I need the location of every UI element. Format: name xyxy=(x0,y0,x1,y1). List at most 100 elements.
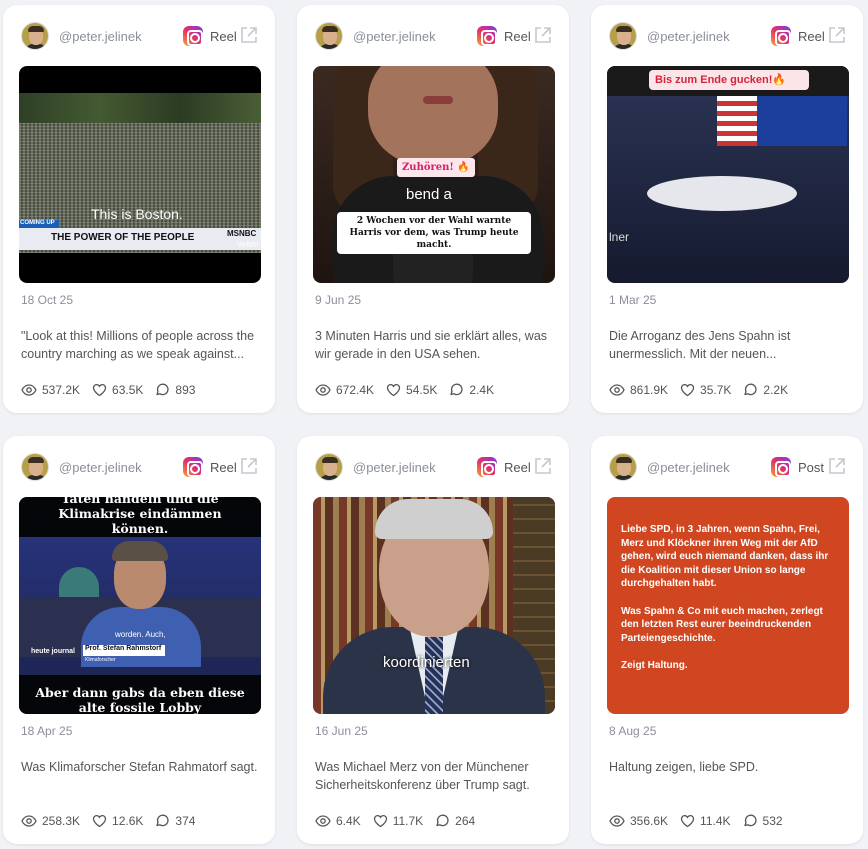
heart-icon xyxy=(680,383,695,397)
post-date: 18 Oct 25 xyxy=(21,293,74,307)
post-date: 8 Aug 25 xyxy=(609,724,657,738)
post-card[interactable]: @peter.jelinek Reel Zuhören! 🔥 bend a 2 … xyxy=(297,5,569,413)
eye-icon xyxy=(609,815,625,827)
media-overlay-text: 2 Wochen vor der Wahl warnte Harris vor … xyxy=(337,212,531,254)
post-media[interactable]: Bis zum Ende gucken!🔥 lner xyxy=(607,66,849,283)
views-count: 258.3K xyxy=(42,814,81,828)
likes-count: 63.5K xyxy=(112,383,144,397)
external-link-icon[interactable] xyxy=(533,456,553,476)
comment-icon xyxy=(744,383,757,396)
post-image-paragraph: Liebe SPD, in 3 Jahren, wenn Spahn, Frei… xyxy=(621,524,829,590)
post-caption: Was Michael Merz von der Münchener Siche… xyxy=(315,760,530,792)
post-media[interactable]: koordinierten xyxy=(313,497,555,714)
heart-icon xyxy=(680,814,695,828)
avatar[interactable] xyxy=(21,22,49,50)
post-image-paragraph: Was Spahn & Co mit euch machen, zerlegt … xyxy=(621,605,823,644)
post-type: Reel xyxy=(504,460,531,475)
media-overlay-text: COMING UP xyxy=(20,220,55,226)
account-handle[interactable]: @peter.jelinek xyxy=(59,29,142,44)
external-link-icon[interactable] xyxy=(827,25,847,45)
heart-icon xyxy=(92,383,107,397)
likes-stat: 11.7K xyxy=(373,814,423,828)
comment-icon xyxy=(743,814,757,827)
post-type: Reel xyxy=(210,460,237,475)
post-caption: Was Klimaforscher Stefan Rahmatorf sagt. xyxy=(21,760,258,774)
eye-icon xyxy=(315,815,331,827)
avatar[interactable] xyxy=(609,22,637,50)
post-media[interactable]: Liebe SPD, in 3 Jahren, wenn Spahn, Frei… xyxy=(607,497,849,714)
comment-icon xyxy=(156,814,169,827)
eye-icon xyxy=(609,384,625,396)
comments-count: 374 xyxy=(175,814,196,828)
likes-count: 12.6K xyxy=(112,814,144,828)
likes-count: 35.7K xyxy=(700,383,732,397)
account-handle[interactable]: @peter.jelinek xyxy=(353,460,436,475)
comment-icon xyxy=(156,383,169,396)
avatar[interactable] xyxy=(21,453,49,481)
likes-stat: 11.4K xyxy=(680,814,731,828)
media-overlay-text: bend a xyxy=(406,186,452,203)
post-card[interactable]: @peter.jelinek Post Liebe SPD, in 3 Jahr… xyxy=(591,436,863,844)
external-link-icon[interactable] xyxy=(827,456,847,476)
account-handle[interactable]: @peter.jelinek xyxy=(647,460,730,475)
post-card[interactable]: @peter.jelinek Reel This is Boston. COMI… xyxy=(3,5,275,413)
post-stats: 258.3K 12.6K 374 xyxy=(21,812,207,830)
external-link-icon[interactable] xyxy=(239,25,259,45)
post-stats: 356.6K 11.4K 532 xyxy=(609,812,795,830)
eye-icon xyxy=(21,384,37,396)
post-type: Post xyxy=(798,460,825,475)
media-overlay-text: Velshi xyxy=(237,240,259,249)
post-stats: 672.4K 54.5K 2.4K xyxy=(315,381,506,399)
post-card[interactable]: @peter.jelinek Reel Taten handeln und di… xyxy=(3,436,275,844)
post-type: Reel xyxy=(798,29,825,44)
card-header: @peter.jelinek Reel xyxy=(21,453,259,483)
comments-stat: 264 xyxy=(435,814,475,828)
views-stat: 861.9K xyxy=(609,383,668,397)
comments-stat: 2.2K xyxy=(743,383,788,397)
comments-count: 2.2K xyxy=(763,383,789,397)
likes-stat: 12.6K xyxy=(92,814,143,828)
card-header: @peter.jelinek Reel xyxy=(21,22,259,52)
post-caption: "Look at this! Millions of people across… xyxy=(21,329,255,361)
comments-stat: 374 xyxy=(155,814,195,828)
post-media[interactable]: Zuhören! 🔥 bend a 2 Wochen vor der Wahl … xyxy=(313,66,555,283)
likes-stat: 63.5K xyxy=(92,383,143,397)
post-stats: 537.2K 63.5K 893 xyxy=(21,381,207,399)
post-image-paragraph: Zeigt Haltung. xyxy=(621,659,688,671)
instagram-icon xyxy=(477,457,497,477)
external-link-icon[interactable] xyxy=(533,25,553,45)
account-handle[interactable]: @peter.jelinek xyxy=(59,460,142,475)
views-count: 537.2K xyxy=(42,383,81,397)
media-overlay-text: Taten handeln und die Klimakrise eindämm… xyxy=(58,497,222,536)
post-card[interactable]: @peter.jelinek Reel Bis zum Ende gucken!… xyxy=(591,5,863,413)
views-stat: 672.4K xyxy=(315,383,374,397)
media-overlay-text: heute journal xyxy=(31,648,75,655)
card-header: @peter.jelinek Reel xyxy=(315,453,553,483)
media-overlay-text: worden. Auch, xyxy=(115,630,166,639)
post-media[interactable]: This is Boston. COMING UP THE POWER OF T… xyxy=(19,66,261,283)
card-header: @peter.jelinek Post xyxy=(609,453,847,483)
post-card[interactable]: @peter.jelinek Reel koordinierten 16 Jun… xyxy=(297,436,569,844)
external-link-icon[interactable] xyxy=(239,456,259,476)
instagram-icon xyxy=(771,26,791,46)
post-media[interactable]: Taten handeln und die Klimakrise eindämm… xyxy=(19,497,261,714)
avatar[interactable] xyxy=(315,22,343,50)
post-date: 1 Mar 25 xyxy=(609,293,657,307)
account-handle[interactable]: @peter.jelinek xyxy=(647,29,730,44)
post-caption: 3 Minuten Harris und sie erklärt alles, … xyxy=(315,329,548,361)
comments-stat: 532 xyxy=(743,814,783,828)
views-stat: 258.3K xyxy=(21,814,80,828)
comment-icon xyxy=(450,383,463,396)
avatar[interactable] xyxy=(315,453,343,481)
post-date: 18 Apr 25 xyxy=(21,724,73,738)
avatar[interactable] xyxy=(609,453,637,481)
views-stat: 6.4K xyxy=(315,814,361,828)
post-caption: Die Arroganz des Jens Spahn ist unermess… xyxy=(609,329,791,361)
account-handle[interactable]: @peter.jelinek xyxy=(353,29,436,44)
card-header: @peter.jelinek Reel xyxy=(609,22,847,52)
eye-icon xyxy=(21,815,37,827)
post-stats: 6.4K 11.7K 264 xyxy=(315,812,487,830)
heart-icon xyxy=(373,814,387,828)
heart-icon xyxy=(386,383,401,397)
media-overlay-text: Prof. Stefan Rahmstorf xyxy=(85,645,162,652)
